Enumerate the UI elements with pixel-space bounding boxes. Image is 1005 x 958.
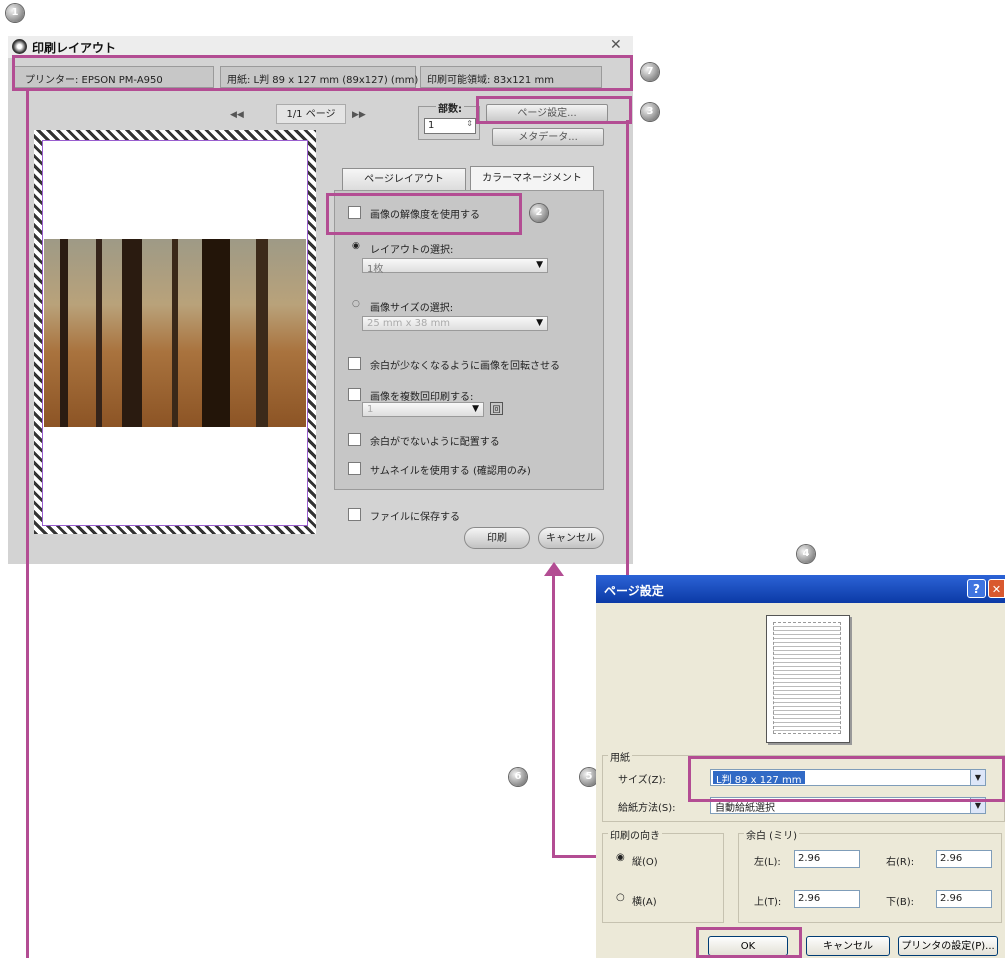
help-icon[interactable]: ? bbox=[967, 579, 986, 598]
copies-value: 1 bbox=[428, 120, 435, 131]
thumbnail-label: サムネイルを使用する (確認用のみ) bbox=[370, 466, 531, 477]
margins-group bbox=[738, 833, 1002, 923]
no-margin-label: 余白がでないように配置する bbox=[370, 437, 500, 448]
margins-group-label: 余白 (ミリ) bbox=[744, 827, 799, 842]
print-button[interactable]: 印刷 bbox=[464, 527, 530, 549]
layout-dropdown[interactable]: 1枚 ▼ bbox=[362, 258, 548, 275]
highlight-info-bar bbox=[12, 55, 633, 91]
left-margin-value: 2.96 bbox=[798, 853, 821, 864]
save-to-file-checkbox[interactable] bbox=[348, 508, 361, 521]
size-dropdown[interactable]: 25 mm x 38 mm ▼ bbox=[362, 316, 548, 331]
chevron-down-icon: ▼ bbox=[536, 260, 543, 270]
repeat-checkbox[interactable] bbox=[348, 388, 361, 401]
close-icon[interactable]: ✕ bbox=[988, 579, 1005, 598]
callout-3: 3 bbox=[641, 103, 659, 121]
paper-preview bbox=[766, 615, 850, 743]
connector-line-left bbox=[26, 88, 29, 958]
size-label: サイズ(Z): bbox=[618, 775, 666, 786]
callout-6: 6 bbox=[509, 768, 527, 786]
forest-photo bbox=[44, 239, 306, 427]
chevron-down-icon: ▼ bbox=[536, 318, 543, 328]
arrow-up-icon bbox=[544, 562, 564, 576]
repeat-dropdown-value: 1 bbox=[367, 404, 374, 415]
no-margin-checkbox[interactable] bbox=[348, 433, 361, 446]
page-setup-titlebar: ページ設定 ? ✕ bbox=[596, 575, 1005, 603]
callout-2: 2 bbox=[530, 204, 548, 222]
thumbnail-checkbox[interactable] bbox=[348, 462, 361, 475]
page-indicator: 1/1 ページ bbox=[276, 104, 346, 124]
landscape-label: 横(A) bbox=[632, 897, 657, 908]
page-setup-title: ページ設定 bbox=[604, 584, 664, 598]
layout-dropdown-value: 1枚 bbox=[367, 264, 384, 275]
paper-group-label: 用紙 bbox=[608, 749, 632, 764]
source-label: 給紙方法(S): bbox=[618, 803, 676, 814]
bottom-margin-value: 2.96 bbox=[940, 893, 963, 904]
cancel-button[interactable]: キャンセル bbox=[538, 527, 604, 549]
callout-1: 1 bbox=[6, 4, 24, 22]
repeat-dropdown[interactable]: 1 ▼ bbox=[362, 402, 484, 417]
bottom-margin-input[interactable]: 2.96 bbox=[936, 890, 992, 908]
layout-radio[interactable]: ◉ bbox=[352, 241, 360, 251]
orientation-group bbox=[602, 833, 724, 923]
connector-line-right bbox=[626, 120, 629, 635]
spinner-icon[interactable]: ⇕ bbox=[466, 119, 473, 128]
orientation-group-label: 印刷の向き bbox=[608, 827, 662, 842]
right-margin-input[interactable]: 2.96 bbox=[936, 850, 992, 868]
chevron-down-icon: ▼ bbox=[472, 404, 479, 414]
left-margin-label: 左(L): bbox=[754, 857, 781, 868]
close-icon[interactable]: ✕ bbox=[610, 37, 622, 53]
top-margin-value: 2.96 bbox=[798, 893, 821, 904]
highlight-ok-button bbox=[696, 927, 802, 958]
prev-page-icon[interactable]: ◀◀ bbox=[230, 110, 244, 120]
page-setup-cancel-button[interactable]: キャンセル bbox=[806, 936, 890, 956]
callout-7: 7 bbox=[641, 63, 659, 81]
tab-page-layout[interactable]: ページレイアウト bbox=[342, 168, 466, 190]
size-radio[interactable]: ○ bbox=[352, 299, 360, 309]
top-margin-input[interactable]: 2.96 bbox=[794, 890, 860, 908]
left-margin-input[interactable]: 2.96 bbox=[794, 850, 860, 868]
highlight-page-setup bbox=[476, 96, 632, 124]
landscape-radio[interactable]: ○ bbox=[616, 892, 625, 903]
size-select-label: 画像サイズの選択: bbox=[370, 303, 454, 314]
right-margin-label: 右(R): bbox=[886, 857, 915, 868]
copies-input[interactable]: 1 ⇕ bbox=[424, 118, 476, 134]
next-page-icon[interactable]: ▶▶ bbox=[352, 110, 366, 120]
top-margin-label: 上(T): bbox=[754, 897, 782, 908]
bottom-margin-label: 下(B): bbox=[886, 897, 915, 908]
callout-4: 4 bbox=[797, 545, 815, 563]
connector-line-ok bbox=[552, 574, 555, 858]
portrait-label: 縦(O) bbox=[632, 857, 658, 868]
portrait-radio[interactable]: ◉ bbox=[616, 852, 625, 863]
rotate-checkbox[interactable] bbox=[348, 357, 361, 370]
paper-preview-text-lines bbox=[773, 622, 841, 734]
copies-label: 部数: bbox=[436, 100, 464, 115]
metadata-button[interactable]: メタデータ... bbox=[492, 128, 604, 146]
rotate-label: 余白が少なくなるように画像を回転させる bbox=[370, 361, 560, 372]
repeat-label: 画像を複数回印刷する: bbox=[370, 392, 474, 403]
highlight-size-select bbox=[688, 756, 1005, 802]
size-dropdown-value: 25 mm x 38 mm bbox=[367, 318, 451, 329]
layout-select-label: レイアウトの選択: bbox=[370, 245, 454, 256]
app-logo-icon bbox=[12, 39, 27, 54]
repeat-suffix: 回 bbox=[490, 402, 503, 415]
save-to-file-label: ファイルに保存する bbox=[370, 512, 460, 523]
highlight-resolution bbox=[326, 193, 522, 235]
printer-settings-button[interactable]: プリンタの設定(P)... bbox=[898, 936, 998, 956]
tab-color-management[interactable]: カラーマネージメント bbox=[470, 166, 594, 190]
dialog-title: 印刷レイアウト bbox=[32, 41, 117, 55]
right-margin-value: 2.96 bbox=[940, 853, 963, 864]
